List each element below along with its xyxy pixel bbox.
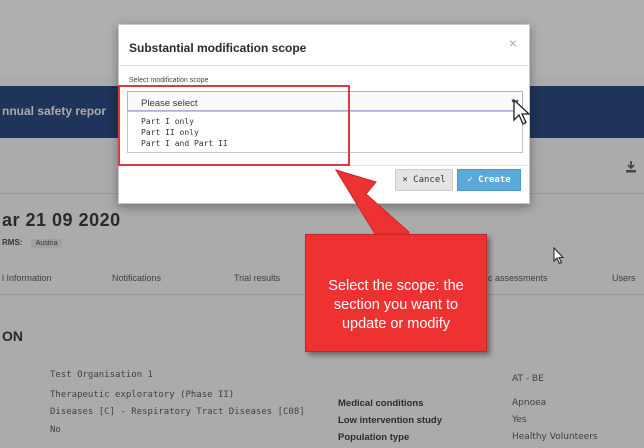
dialog-title: Substantial modification scope [129, 41, 307, 55]
arrow-cursor-icon [553, 247, 565, 265]
callout-text: Select the scope: the section you want t… [328, 278, 464, 332]
create-button[interactable]: ✓ Create [457, 169, 521, 191]
scope-field-label: Select modification scope [129, 77, 209, 84]
cancel-button[interactable]: × Cancel [395, 169, 453, 191]
highlight-box [118, 85, 350, 166]
mouse-pointer-icon [513, 98, 530, 125]
dialog-header-divider [119, 65, 529, 66]
close-icon[interactable]: × [509, 35, 517, 51]
